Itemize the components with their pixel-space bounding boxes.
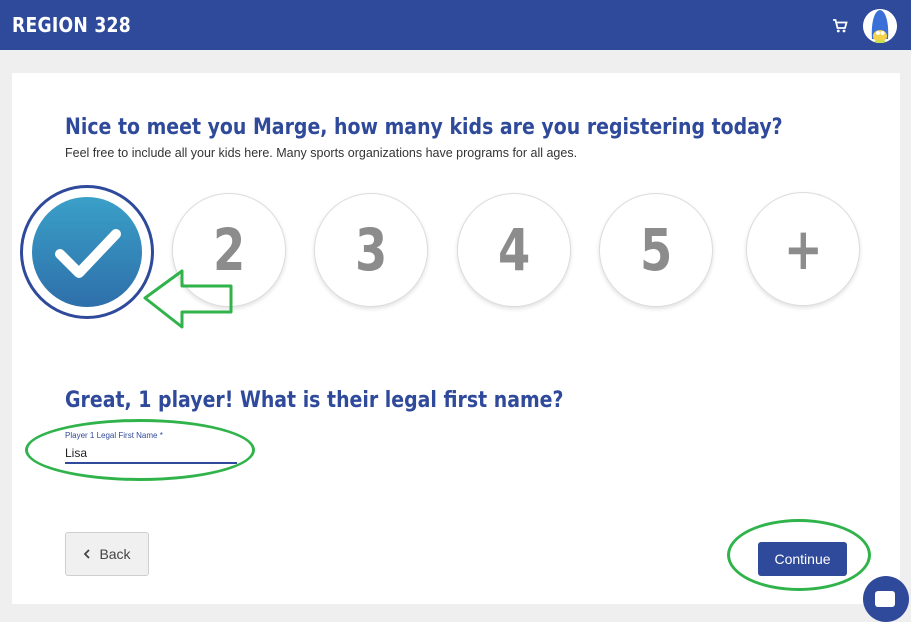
annotation-ring-continue bbox=[727, 519, 871, 591]
back-button-label: Back bbox=[99, 546, 131, 562]
kids-count-subtitle: Feel free to include all your kids here.… bbox=[65, 146, 578, 160]
user-avatar[interactable] bbox=[863, 9, 897, 43]
kid-option-more[interactable]: + bbox=[746, 192, 860, 306]
kid-option-5[interactable]: 5 bbox=[599, 193, 713, 307]
brand-title[interactable]: REGION 328 bbox=[12, 13, 131, 37]
chat-icon bbox=[875, 591, 895, 607]
shopping-cart-icon[interactable] bbox=[832, 18, 848, 34]
annotation-arrow-icon bbox=[143, 269, 233, 329]
kid-option-4[interactable]: 4 bbox=[457, 193, 571, 307]
annotation-ring-name bbox=[25, 419, 255, 481]
kids-count-question: Nice to meet you Marge, how many kids ar… bbox=[65, 115, 783, 140]
checkmark-icon bbox=[55, 229, 121, 278]
first-name-question: Great, 1 player! What is their legal fir… bbox=[65, 388, 564, 413]
top-bar: REGION 328 bbox=[0, 0, 911, 50]
back-button[interactable]: Back bbox=[65, 532, 149, 576]
kid-option-1-selected[interactable] bbox=[20, 185, 154, 319]
kid-option-3[interactable]: 3 bbox=[314, 193, 428, 307]
marge-avatar-icon bbox=[863, 9, 897, 43]
chevron-left-icon bbox=[84, 549, 91, 559]
